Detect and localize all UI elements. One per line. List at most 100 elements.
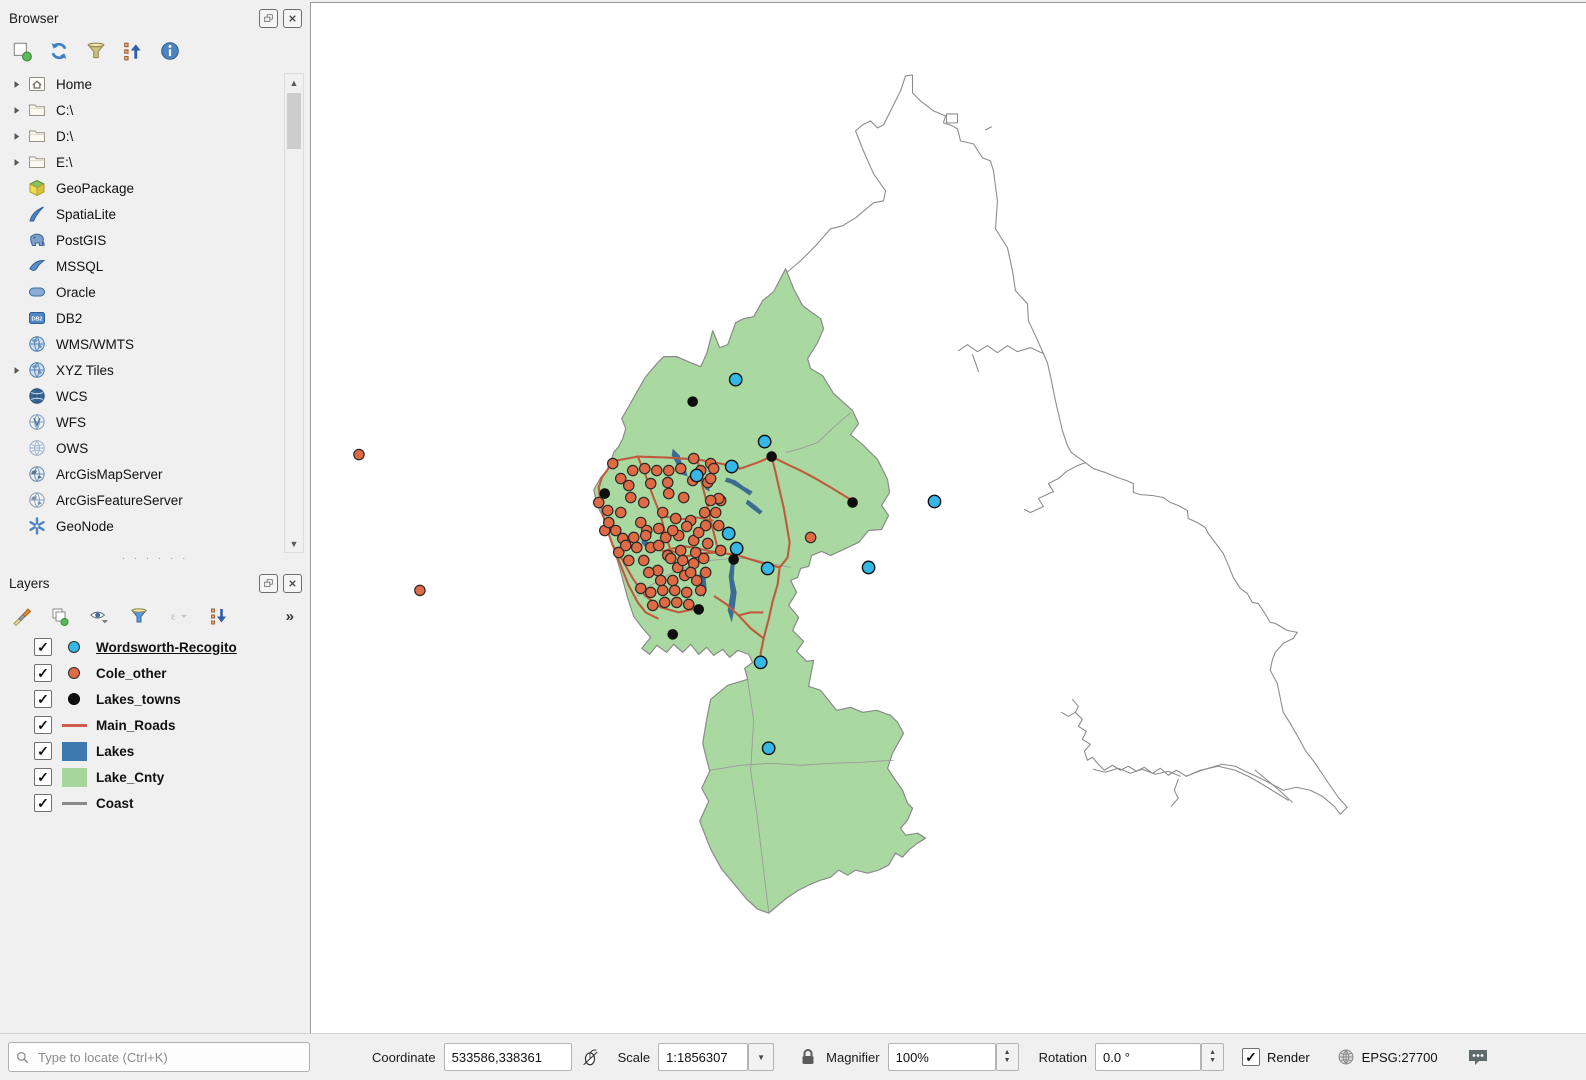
layer-row-lake-cnty[interactable]: ✓Lake_Cnty — [0, 764, 310, 790]
layer-visibility-checkbox[interactable]: ✓ — [34, 794, 52, 812]
browser-float-button[interactable] — [259, 9, 278, 28]
add-group-button[interactable] — [47, 604, 71, 628]
oracle-icon — [27, 282, 47, 302]
expand-arrow-icon[interactable] — [12, 366, 27, 375]
mssql-icon — [27, 256, 47, 276]
crs-status[interactable]: EPSG:27700 — [1362, 1050, 1438, 1065]
magnifier-spinbox[interactable]: 100% — [888, 1043, 996, 1071]
browser-item-wfs[interactable]: WFS — [0, 409, 310, 435]
layer-row-main-roads[interactable]: ✓Main_Roads — [0, 712, 310, 738]
layer-symbol-point — [68, 693, 80, 705]
layer-visibility-checkbox[interactable]: ✓ — [34, 690, 52, 708]
layers-toolbar-overflow-button[interactable]: » — [286, 608, 300, 625]
browser-item-c[interactable]: C:\ — [0, 97, 310, 123]
cole-other-point — [628, 465, 638, 475]
browser-item-home[interactable]: Home — [0, 71, 310, 97]
browser-item-arcgisfeatureserver[interactable]: ArcGisFeatureServer — [0, 487, 310, 513]
layer-visibility-checkbox[interactable]: ✓ — [34, 716, 52, 734]
browser-item-spatialite[interactable]: SpatiaLite — [0, 201, 310, 227]
browser-item-arcgismapserver[interactable]: ArcGisMapServer — [0, 461, 310, 487]
browser-item-geopackage[interactable]: GeoPackage — [0, 175, 310, 201]
lock-icon[interactable] — [798, 1047, 818, 1067]
layer-row-lakes-towns[interactable]: ✓Lakes_towns — [0, 686, 310, 712]
locator-search[interactable] — [8, 1042, 310, 1072]
mouse-extent-icon[interactable] — [580, 1047, 600, 1067]
coordinate-label: Coordinate — [372, 1050, 436, 1065]
cole-other-point — [658, 507, 668, 517]
cole-other-point — [715, 545, 725, 555]
cole-other-point — [684, 599, 694, 609]
dock-splitter[interactable]: · · · · · · — [0, 553, 310, 565]
browser-item-wms-wmts[interactable]: WMS/WMTS — [0, 331, 310, 357]
cole-other-point — [640, 463, 650, 473]
layer-row-coast[interactable]: ✓Coast — [0, 790, 310, 816]
layer-row-wordsworth-recogito[interactable]: ✓Wordsworth-Recogito — [0, 634, 310, 660]
browser-item-mssql[interactable]: MSSQL — [0, 253, 310, 279]
magnifier-spin-icons[interactable]: ▲▼ — [996, 1043, 1019, 1071]
layer-visibility-checkbox[interactable]: ✓ — [34, 638, 52, 656]
scroll-down-icon[interactable]: ▼ — [286, 535, 302, 552]
browser-tree: HomeC:\D:\E:\GeoPackageSpatiaLitePostGIS… — [0, 71, 310, 553]
layer-row-cole-other[interactable]: ✓Cole_other — [0, 660, 310, 686]
browser-item-oracle[interactable]: Oracle — [0, 279, 310, 305]
scale-label: Scale — [618, 1050, 651, 1065]
browser-item-db2[interactable]: DB2DB2 — [0, 305, 310, 331]
filter-browser-button[interactable] — [84, 39, 108, 63]
cole-other-point — [654, 540, 664, 550]
rotation-spinbox[interactable]: 0.0 ° — [1095, 1043, 1201, 1071]
map-canvas[interactable] — [310, 2, 1586, 1034]
browser-item-d[interactable]: D:\ — [0, 123, 310, 149]
browser-scrollbar[interactable]: ▲ ▼ — [284, 73, 304, 553]
scale-dropdown-icon[interactable]: ▼ — [748, 1043, 774, 1071]
messages-icon[interactable] — [1466, 1046, 1490, 1068]
expand-arrow-icon[interactable] — [12, 80, 27, 89]
browser-item-xyz-tiles[interactable]: XYZ Tiles — [0, 357, 310, 383]
browser-item-ows[interactable]: OWS — [0, 435, 310, 461]
filter-legend-button[interactable] — [127, 604, 151, 628]
browser-item-postgis[interactable]: PostGIS — [0, 227, 310, 253]
layers-close-button[interactable] — [283, 574, 302, 593]
wordsworth-recogito-point — [928, 495, 940, 507]
coordinate-field[interactable]: 533586,338361 — [444, 1043, 572, 1071]
layer-visibility-checkbox[interactable]: ✓ — [34, 742, 52, 760]
lakes-town-point — [693, 604, 704, 615]
locate-input[interactable] — [36, 1049, 303, 1066]
cole-other-point — [805, 532, 815, 542]
collapse-all-button[interactable] — [121, 39, 145, 63]
browser-item-wcs[interactable]: WCS — [0, 383, 310, 409]
crs-globe-icon[interactable] — [1336, 1047, 1356, 1067]
expand-arrow-icon[interactable] — [12, 158, 27, 167]
scroll-up-icon[interactable]: ▲ — [286, 74, 302, 91]
browser-item-geonode[interactable]: GeoNode — [0, 513, 310, 539]
add-selected-layer-button[interactable] — [10, 39, 34, 63]
browser-item-e[interactable]: E:\ — [0, 149, 310, 175]
cole-other-point — [664, 465, 674, 475]
cole-other-point — [666, 553, 676, 563]
cole-other-point — [415, 585, 425, 595]
style-manager-button[interactable] — [10, 604, 34, 628]
filter-expression-button[interactable]: ε — [164, 604, 194, 628]
layer-row-lakes[interactable]: ✓Lakes — [0, 738, 310, 764]
render-checkbox[interactable]: ✓ — [1242, 1048, 1260, 1066]
layer-visibility-checkbox[interactable]: ✓ — [34, 664, 52, 682]
expand-arrow-icon[interactable] — [12, 132, 27, 141]
c-icon — [27, 100, 47, 120]
coast-line — [1186, 766, 1288, 800]
layers-float-button[interactable] — [259, 574, 278, 593]
refresh-button[interactable] — [47, 39, 71, 63]
rotation-spin-icons[interactable]: ▲▼ — [1201, 1043, 1224, 1071]
scale-combo[interactable]: 1:1856307 — [658, 1043, 748, 1071]
properties-button[interactable] — [158, 39, 182, 63]
cole-other-point — [705, 473, 715, 483]
cole-other-point — [663, 477, 673, 487]
cole-other-point — [702, 538, 712, 548]
cole-other-point — [710, 507, 720, 517]
scrollbar-thumb[interactable] — [287, 93, 301, 149]
map-themes-button[interactable] — [84, 604, 114, 628]
browser-close-button[interactable] — [283, 9, 302, 28]
geopackage-icon — [27, 178, 47, 198]
layer-visibility-checkbox[interactable]: ✓ — [34, 768, 52, 786]
expand-collapse-button[interactable] — [207, 604, 231, 628]
expand-arrow-icon[interactable] — [12, 106, 27, 115]
cole-other-point — [644, 567, 654, 577]
